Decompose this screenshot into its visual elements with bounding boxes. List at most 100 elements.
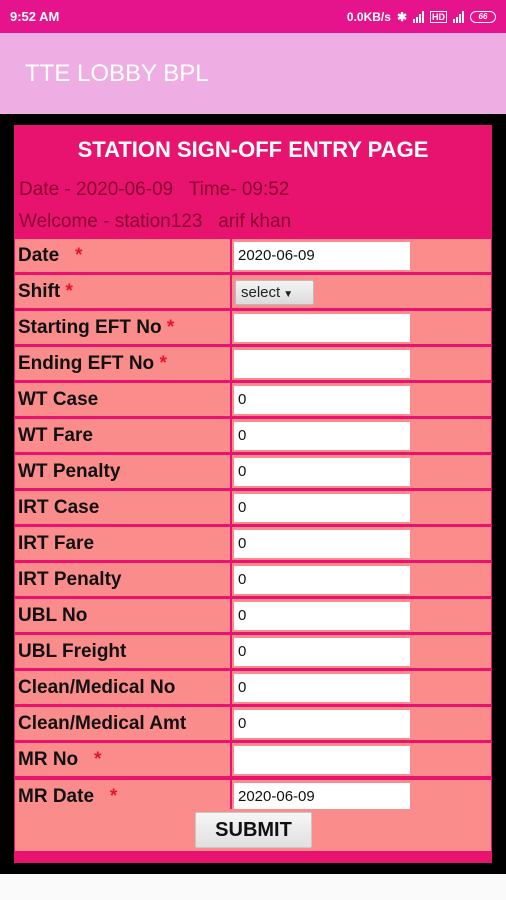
input-wt-fare[interactable] — [234, 422, 410, 450]
form-row-ending-eft-no: Ending EFT No * — [15, 347, 491, 380]
status-time: 9:52 AM — [10, 9, 60, 24]
label-shift: Shift * — [15, 275, 230, 308]
label-text-shift: Shift — [18, 281, 61, 302]
label-irt-penalty: IRT Penalty — [15, 563, 230, 596]
value-cell-ubl-freight — [232, 635, 491, 668]
value-cell-starting-eft-no — [232, 311, 491, 344]
label-text-mr-no: MR No — [18, 749, 79, 770]
app-bar: TTE LOBBY BPL — [0, 33, 506, 114]
label-text-starting-eft-no: Starting EFT No — [18, 317, 162, 338]
input-clean-medical-amt[interactable] — [234, 710, 410, 738]
label-text-irt-case: IRT Case — [18, 497, 100, 518]
label-wt-penalty: WT Penalty — [15, 455, 230, 488]
label-wt-case: WT Case — [15, 383, 230, 416]
form-row-shift: Shift * select ▼ — [15, 275, 491, 308]
label-text-irt-penalty: IRT Penalty — [18, 569, 122, 590]
label-ending-eft-no: Ending EFT No * — [15, 347, 230, 380]
label-text-clean-medical-amt: Clean/Medical Amt — [18, 713, 187, 734]
value-cell-wt-penalty — [232, 455, 491, 488]
page-title: STATION SIGN-OFF ENTRY PAGE — [77, 137, 429, 162]
label-clean-medical-no: Clean/Medical No — [15, 671, 230, 704]
form-row-wt-fare: WT Fare — [15, 419, 491, 452]
value-cell-ubl-no — [232, 599, 491, 632]
form-row-clean-medical-no: Clean/Medical No — [15, 671, 491, 704]
form-row-irt-fare: IRT Fare — [15, 527, 491, 560]
input-irt-penalty[interactable] — [234, 566, 410, 594]
input-date[interactable] — [234, 242, 410, 270]
label-ubl-no: UBL No — [15, 599, 230, 632]
value-cell-ending-eft-no — [232, 347, 491, 380]
status-bar: 9:52 AM 0.0KB/s ✱ HD 66 — [0, 0, 506, 33]
label-text-ubl-no: UBL No — [18, 605, 88, 626]
label-text-ending-eft-no: Ending EFT No — [18, 353, 155, 374]
shift-select[interactable]: select ▼ — [235, 280, 314, 305]
value-cell-wt-case — [232, 383, 491, 416]
label-text-wt-penalty: WT Penalty — [18, 461, 121, 482]
value-cell-irt-penalty — [232, 563, 491, 596]
label-mr-no: MR No * — [15, 743, 230, 776]
app-title: TTE LOBBY BPL — [25, 59, 209, 87]
label-ubl-freight: UBL Freight — [15, 635, 230, 668]
submit-button[interactable]: SUBMIT — [195, 812, 312, 848]
input-mr-date[interactable] — [234, 783, 410, 811]
required-marker: * — [65, 281, 73, 302]
form-row-clean-medical-amt: Clean/Medical Amt — [15, 707, 491, 740]
input-starting-eft-no[interactable] — [234, 314, 410, 342]
value-cell-irt-fare — [232, 527, 491, 560]
required-marker: * — [75, 245, 83, 266]
input-ubl-freight[interactable] — [234, 638, 410, 666]
form-row-ubl-no: UBL No — [15, 599, 491, 632]
value-cell-irt-case — [232, 491, 491, 524]
shift-select-value: select — [241, 284, 281, 301]
welcome-line: Welcome - station123 arif khan — [19, 211, 292, 232]
required-marker: * — [94, 749, 102, 770]
label-text-clean-medical-no: Clean/Medical No — [18, 677, 176, 698]
label-text-irt-fare: IRT Fare — [18, 533, 95, 554]
value-cell-clean-medical-amt — [232, 707, 491, 740]
input-wt-penalty[interactable] — [234, 458, 410, 486]
input-irt-case[interactable] — [234, 494, 410, 522]
form-row-date: Date * — [15, 239, 491, 272]
input-ending-eft-no[interactable] — [234, 350, 410, 378]
form-row-irt-penalty: IRT Penalty — [15, 563, 491, 596]
label-irt-fare: IRT Fare — [15, 527, 230, 560]
input-mr-no[interactable] — [234, 746, 410, 774]
sign-off-form: STATION SIGN-OFF ENTRY PAGE Date - 2020-… — [14, 125, 492, 863]
value-cell-clean-medical-no — [232, 671, 491, 704]
label-text-ubl-freight: UBL Freight — [18, 641, 127, 662]
value-cell-mr-no — [232, 743, 491, 776]
form-row-starting-eft-no: Starting EFT No * — [15, 311, 491, 344]
input-wt-case[interactable] — [234, 386, 410, 414]
label-text-wt-case: WT Case — [18, 389, 99, 410]
label-text-date: Date — [18, 245, 60, 266]
hd-icon: HD — [430, 10, 447, 23]
form-row-ubl-freight: UBL Freight — [15, 635, 491, 668]
label-irt-case: IRT Case — [15, 491, 230, 524]
label-starting-eft-no: Starting EFT No * — [15, 311, 230, 344]
value-cell-wt-fare — [232, 419, 491, 452]
label-text-wt-fare: WT Fare — [18, 425, 93, 446]
network-speed: 0.0KB/s — [346, 9, 391, 24]
status-icons: 0.0KB/s ✱ HD 66 — [347, 10, 496, 24]
signal-icon — [413, 10, 424, 23]
form-row-mr-no: MR No * — [15, 743, 491, 776]
date-time-line: Date - 2020-06-09 Time- 09:52 — [19, 179, 290, 200]
battery-icon: 66 — [470, 10, 496, 23]
value-cell-shift: select ▼ — [232, 275, 491, 308]
signal-4g-icon — [453, 10, 464, 23]
value-cell-date — [232, 239, 491, 272]
form-footer: SUBMIT — [15, 809, 491, 851]
input-irt-fare[interactable] — [234, 530, 410, 558]
label-clean-medical-amt: Clean/Medical Amt — [15, 707, 230, 740]
form-row-irt-case: IRT Case — [15, 491, 491, 524]
label-text-mr-date: MR Date — [18, 786, 95, 807]
input-clean-medical-no[interactable] — [234, 674, 410, 702]
input-ubl-no[interactable] — [234, 602, 410, 630]
dropdown-arrow-icon: ▼ — [283, 289, 294, 300]
label-date: Date * — [15, 239, 230, 272]
form-row-wt-case: WT Case — [15, 383, 491, 416]
bottom-area — [0, 874, 506, 900]
label-wt-fare: WT Fare — [15, 419, 230, 452]
form-row-wt-penalty: WT Penalty — [15, 455, 491, 488]
bluetooth-icon: ✱ — [396, 9, 407, 24]
